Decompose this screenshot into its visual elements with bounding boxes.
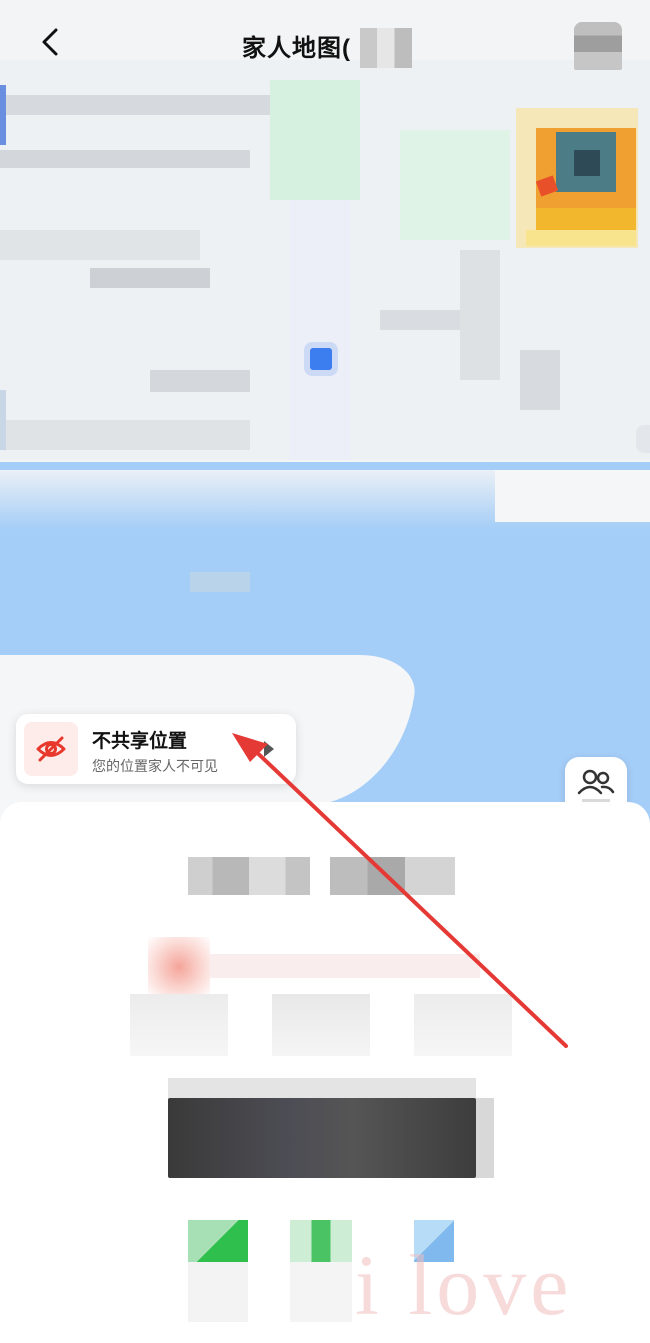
bottom-label-blur xyxy=(290,1262,352,1322)
caret-right-icon xyxy=(264,741,274,757)
watermark: i love xyxy=(355,1237,573,1333)
eye-off-icon-box xyxy=(24,722,78,776)
bottom-icon-green[interactable] xyxy=(290,1220,352,1262)
map-park xyxy=(400,130,510,240)
page-title: 家人地图( xyxy=(242,35,351,62)
button-edge-blur xyxy=(476,1098,494,1178)
map-edge xyxy=(0,85,6,145)
top-bar: 家人地图( xyxy=(0,0,650,90)
step-blur xyxy=(414,994,512,1056)
map-block xyxy=(520,350,560,410)
map-road xyxy=(460,250,500,380)
button-caption-blur xyxy=(168,1078,476,1100)
status-text-blur xyxy=(210,954,480,978)
sheet-heading-blur xyxy=(330,857,455,895)
eye-off-icon xyxy=(36,736,66,762)
step-blur xyxy=(130,994,228,1056)
status-dot-blur xyxy=(148,937,210,997)
map-park xyxy=(270,80,360,200)
title-suffix-blur xyxy=(360,28,412,68)
map-block xyxy=(0,420,250,450)
map-label-blur xyxy=(190,572,250,592)
map-road xyxy=(150,370,250,392)
map-road xyxy=(0,150,250,168)
step-blur xyxy=(272,994,370,1056)
share-status-subtitle: 您的位置家人不可见 xyxy=(92,758,218,774)
map-road xyxy=(0,95,270,115)
bottom-icon-green[interactable] xyxy=(188,1220,248,1262)
map-edge xyxy=(0,390,6,450)
map-block xyxy=(290,200,350,460)
more-button[interactable] xyxy=(574,22,622,70)
primary-action-button[interactable] xyxy=(168,1098,476,1178)
map-block xyxy=(0,230,200,260)
family-member-pin[interactable] xyxy=(516,108,638,248)
share-status-title: 不共享位置 xyxy=(92,731,188,752)
location-share-status-card[interactable]: 不共享位置 您的位置家人不可见 xyxy=(16,714,296,784)
bottom-label-blur xyxy=(188,1262,248,1322)
location-marker-icon[interactable] xyxy=(310,348,332,370)
back-button[interactable] xyxy=(30,22,70,62)
map-land xyxy=(495,470,650,522)
map-side-handle[interactable] xyxy=(636,425,650,453)
family-map[interactable] xyxy=(0,0,650,830)
map-road xyxy=(380,310,470,330)
chevron-left-icon xyxy=(42,28,58,56)
map-road xyxy=(90,268,210,288)
sheet-heading-blur xyxy=(188,857,310,895)
